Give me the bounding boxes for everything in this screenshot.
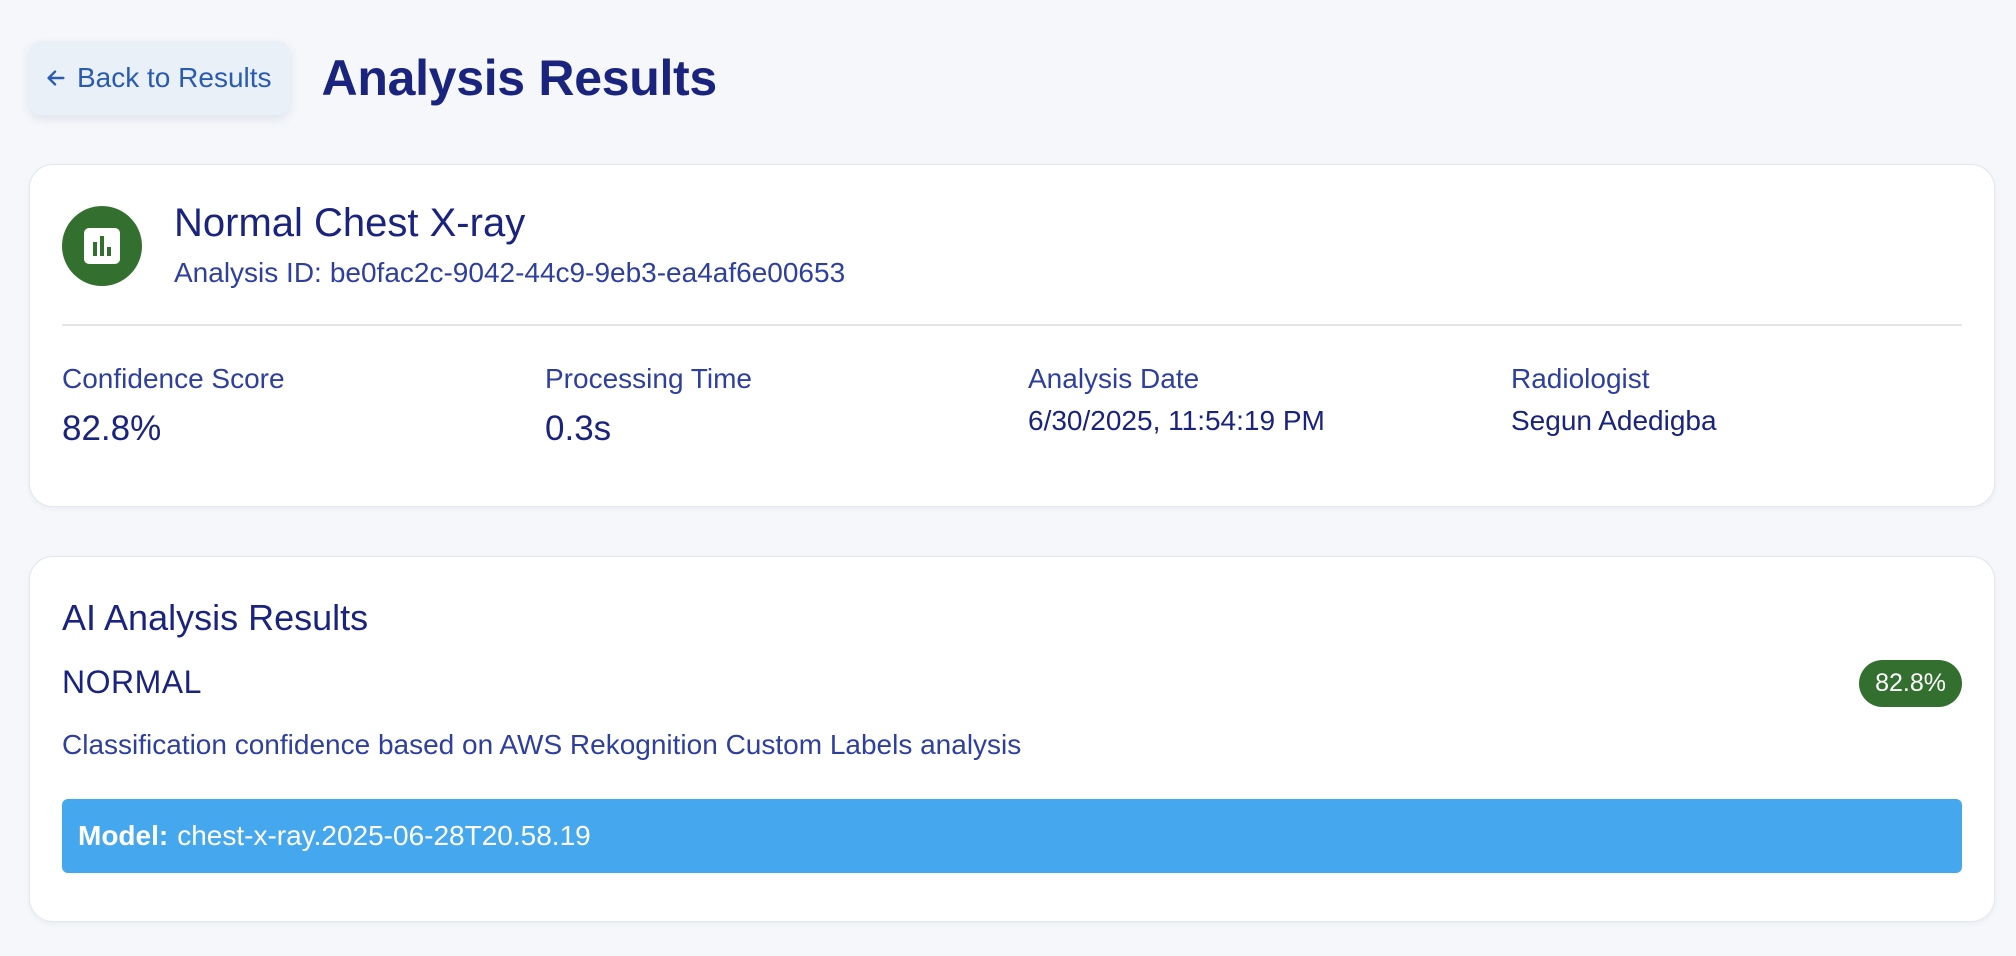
model-label: Model: — [78, 820, 169, 851]
stat-value: 6/30/2025, 11:54:19 PM — [1028, 405, 1325, 436]
analysis-id-value: be0fac2c-9042-44c9-9eb3-ea4af6e00653 — [329, 257, 846, 288]
page-header: Back to Results Analysis Results — [29, 41, 717, 115]
analysis-id-label: Analysis ID: — [174, 257, 322, 288]
scan-title: Normal Chest X-ray — [174, 201, 526, 245]
back-to-results-button[interactable]: Back to Results — [29, 41, 290, 115]
arrow-left-icon — [47, 70, 65, 86]
stat-radiologist: Radiologist Segun Adedigba — [1511, 363, 1717, 437]
stat-processing-time: Processing Time 0.3s — [545, 363, 752, 449]
stat-confidence-score: Confidence Score 82.8% — [62, 363, 285, 449]
stat-value: 82.8% — [62, 409, 162, 448]
confidence-badge: 82.8% — [1859, 660, 1962, 707]
model-info-bar: Model: chest-x-ray.2025-06-28T20.58.19 — [62, 799, 1962, 873]
ai-analysis-card: AI Analysis Results NORMAL 82.8% Classif… — [29, 556, 1995, 922]
ai-results-title: AI Analysis Results — [62, 597, 369, 638]
stat-value: Segun Adedigba — [1511, 405, 1717, 436]
stat-analysis-date: Analysis Date 6/30/2025, 11:54:19 PM — [1028, 363, 1325, 437]
analysis-summary-card: Normal Chest X-ray Analysis ID: be0fac2c-… — [29, 164, 1995, 507]
classification-description: Classification confidence based on AWS R… — [62, 729, 1022, 760]
back-button-label: Back to Results — [77, 62, 272, 93]
stat-value: 0.3s — [545, 409, 612, 448]
stat-label: Radiologist — [1511, 363, 1650, 394]
stat-label: Confidence Score — [62, 363, 285, 394]
bar-chart-icon — [62, 206, 142, 286]
classification-label: NORMAL — [62, 664, 202, 700]
model-value: chest-x-ray.2025-06-28T20.58.19 — [177, 820, 591, 851]
stat-label: Analysis Date — [1028, 363, 1200, 394]
divider — [62, 324, 1962, 326]
analysis-id: Analysis ID: be0fac2c-9042-44c9-9eb3-ea4a… — [174, 257, 845, 289]
page-title: Analysis Results — [321, 50, 718, 106]
stat-label: Processing Time — [545, 363, 752, 394]
